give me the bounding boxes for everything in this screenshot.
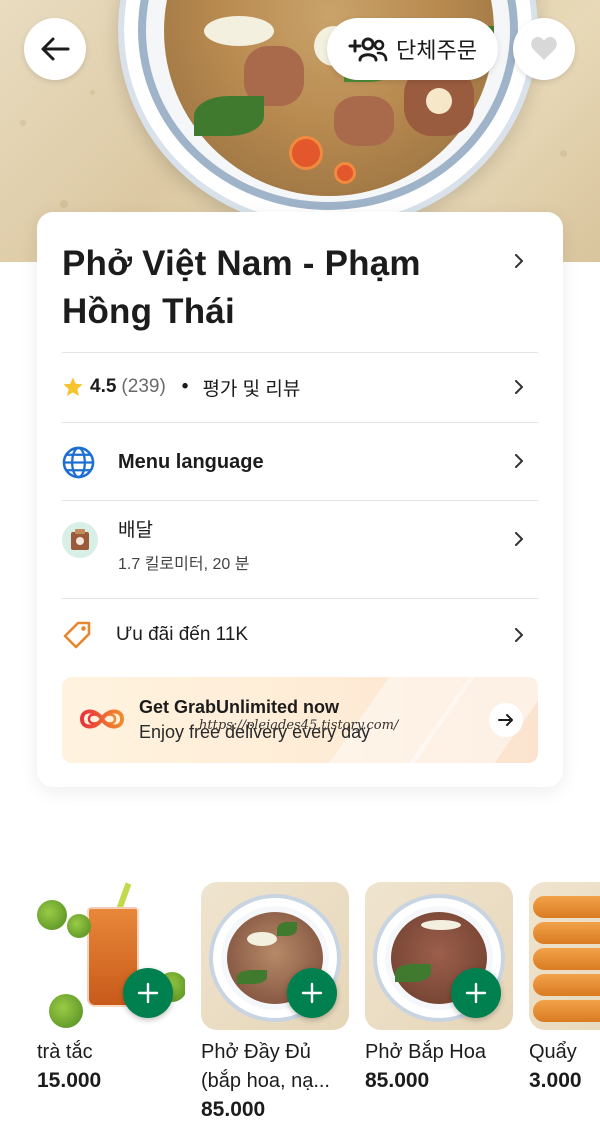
menu-item-image [529,882,600,1030]
star-icon [63,377,83,396]
delivery-row[interactable]: 배달 1.7 킬로미터, 20 분 [62,518,538,578]
add-group-icon [348,37,388,62]
rating-reviews-row[interactable]: 4.5 (239) • 평가 및 리뷰 [62,364,538,410]
restaurant-name: Phở Việt Nam - Phạm Hồng Thái [62,244,421,331]
menu-item-name: Phở Bắp Hoa [365,1041,486,1063]
menu-items-carousel[interactable]: trà tắc 15.000 Phở Đầy Đủ (bắp hoa, nạ..… [37,882,600,1143]
group-order-label: 단체주문 [396,38,477,63]
menu-item-image [365,882,513,1030]
menu-item-image [201,882,349,1030]
promo-row[interactable]: Ưu đãi đến 11K [62,614,538,656]
divider [62,598,538,599]
chevron-right-icon[interactable] [512,628,526,642]
grab-unlimited-banner[interactable]: Get GrabUnlimited now Enjoy free deliver… [62,677,538,763]
menu-item-price: 85.000 [201,1098,266,1121]
plus-icon [301,982,323,1004]
rating-count: (239) [121,376,166,397]
banner-title: Get GrabUnlimited now [139,697,340,717]
menu-language-label: Menu language [118,450,264,473]
add-to-cart-button[interactable] [123,968,173,1018]
menu-item[interactable]: trà tắc 15.000 [37,882,187,1093]
chevron-right-icon[interactable] [512,454,526,468]
plus-icon [137,982,159,1004]
menu-item[interactable]: Phở Đầy Đủ (bắp hoa, nạ... 85.000 [201,882,351,1122]
separator-dot: • [181,376,189,397]
menu-item[interactable]: Quẩy 3.000 [529,882,600,1093]
restaurant-info-card: Phở Việt Nam - Phạm Hồng Thái 4.5 (239) … [37,212,563,787]
tag-icon [63,621,91,649]
add-to-cart-button[interactable] [287,968,337,1018]
divider [62,352,538,353]
favorite-button[interactable] [513,18,575,80]
chevron-right-icon[interactable] [512,532,526,546]
reviews-label: 평가 및 리뷰 [202,378,301,400]
plus-icon [465,982,487,1004]
back-button[interactable] [24,18,86,80]
group-order-button[interactable]: 단체주문 [327,18,498,80]
watermark-text: https://pleiades45.tistory.com/ [199,718,399,733]
globe-icon [62,446,95,478]
delivery-title: 배달 [118,520,153,541]
delivery-icon [62,522,98,558]
banner-arrow-button[interactable] [489,703,523,737]
divider [62,500,538,501]
promo-label: Ưu đãi đến 11K [116,624,249,645]
menu-item-price: 15.000 [37,1069,102,1092]
grab-unlimited-logo [79,709,125,729]
divider [62,422,538,423]
menu-item-name: trà tắc [37,1041,93,1063]
heart-icon [531,37,557,60]
menu-language-row[interactable]: Menu language [62,440,538,484]
delivery-details: 1.7 킬로미터, 20 분 [118,556,250,573]
menu-item-price: 85.000 [365,1069,430,1092]
menu-item-name: Phở Đầy Đủ (bắp hoa, nạ... [201,1041,330,1092]
menu-item-price: 3.000 [529,1069,582,1092]
arrow-right-icon [498,714,513,726]
menu-item-image [37,882,185,1030]
menu-item[interactable]: Phở Bắp Hoa 85.000 [365,882,515,1093]
menu-item-name: Quẩy [529,1041,577,1063]
add-to-cart-button[interactable] [451,968,501,1018]
chevron-right-icon[interactable] [512,380,526,394]
chevron-right-icon[interactable] [512,254,526,268]
back-arrow-icon [41,37,70,61]
restaurant-title[interactable]: Phở Việt Nam - Phạm Hồng Thái [62,240,462,336]
rating-value: 4.5 [90,376,117,397]
